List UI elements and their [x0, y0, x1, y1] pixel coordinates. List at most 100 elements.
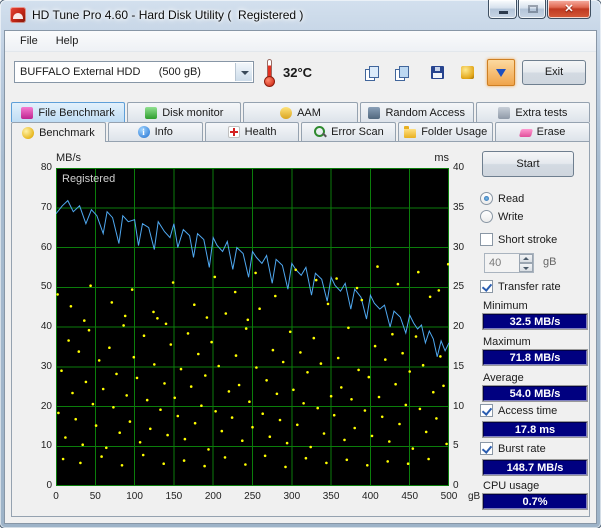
close-button[interactable]: ✕: [547, 0, 591, 19]
access-time-dot: [284, 465, 287, 469]
access-time-dot: [56, 293, 59, 296]
drive-select[interactable]: BUFFALO External HDD (500 gB): [14, 61, 254, 83]
access-time-dot: [162, 462, 165, 466]
x-tick-label: 0: [53, 491, 59, 502]
temperature-value: 32°C: [283, 65, 313, 80]
access-time-dot: [205, 316, 209, 319]
x-tick-label: 450: [401, 491, 419, 502]
access-time-dot: [57, 411, 60, 415]
access-time-dot: [214, 410, 217, 413]
access-time-dot: [446, 262, 450, 266]
access-time-dot: [189, 385, 193, 388]
access-time-dot: [251, 425, 254, 429]
y-left-tick-label: 30: [40, 360, 52, 372]
y-right-tick-label: 20: [453, 321, 465, 332]
access-time-dot: [314, 278, 318, 282]
short-stroke-spinner[interactable]: 40: [484, 253, 534, 273]
update-button[interactable]: [487, 59, 515, 86]
access-time-dot: [156, 317, 159, 320]
copy-screenshot-button[interactable]: [387, 59, 415, 86]
tab-label: Extra tests: [515, 106, 568, 119]
tab-random-access[interactable]: Random Access: [359, 102, 474, 122]
access-time-dot: [118, 431, 121, 435]
tab-extra-tests[interactable]: Extra tests: [475, 102, 591, 122]
tab-aam[interactable]: AAM: [243, 102, 358, 122]
x-tick-label: 350: [322, 491, 340, 502]
checkbox-icon: [480, 280, 493, 293]
access-time-dot: [200, 404, 203, 407]
access-time-dot: [67, 339, 70, 342]
access-time-dot: [84, 380, 88, 384]
access-time-dot: [275, 392, 279, 396]
title-bar[interactable]: HD Tune Pro 4.60 - Hard Disk Utility ( R…: [0, 0, 601, 30]
watermark-text: Registered: [62, 173, 115, 185]
access-time-dot: [164, 322, 168, 326]
access-time-dot: [306, 371, 309, 374]
spinner-down-icon[interactable]: [519, 263, 533, 272]
tab-label: Disk monitor: [162, 106, 224, 119]
copy-info-icon: [364, 65, 379, 81]
access-time-dot: [411, 447, 415, 450]
start-button[interactable]: Start: [482, 151, 574, 177]
tab-file-benchmark[interactable]: File Benchmark: [11, 102, 126, 122]
short-stroke-label: Short stroke: [498, 233, 558, 246]
minimize-button[interactable]: [488, 0, 517, 19]
short-stroke-checkbox[interactable]: Short stroke: [480, 233, 557, 246]
maximize-button[interactable]: [518, 0, 546, 19]
read-radio[interactable]: Read: [480, 192, 524, 205]
access-time-dot: [304, 456, 308, 460]
access-time-dot: [261, 412, 264, 415]
save-screenshot-button[interactable]: [423, 59, 451, 86]
copy-info-button[interactable]: [357, 59, 385, 86]
access-time-dot: [285, 441, 289, 445]
menu-file[interactable]: File: [11, 33, 47, 49]
access-time-dot: [326, 302, 330, 306]
tab-label: File Benchmark: [38, 106, 115, 119]
tab-folder-usage[interactable]: Folder Usage: [398, 122, 494, 141]
tab-health[interactable]: Health: [204, 122, 300, 141]
access-time-dot: [353, 426, 357, 430]
access-time-dot: [233, 290, 237, 294]
tab-label: Health: [244, 126, 277, 138]
access-time-dot: [345, 458, 349, 462]
write-radio-label: Write: [498, 210, 524, 223]
menu-help[interactable]: Help: [47, 33, 88, 49]
access-time-dot: [74, 417, 77, 421]
access-time-dot: [384, 358, 387, 361]
access-time-dot: [414, 335, 418, 338]
access-time-dot: [274, 294, 277, 298]
access-time-dot: [100, 455, 103, 458]
access-time-dot: [404, 403, 408, 407]
tab-benchmark[interactable]: Benchmark: [11, 122, 106, 142]
tab-info[interactable]: i Info: [107, 122, 203, 141]
y-right-tick-label: 30: [453, 241, 465, 253]
write-radio[interactable]: Write: [480, 210, 523, 223]
access-time-dot: [193, 303, 196, 306]
chevron-down-icon[interactable]: [235, 63, 252, 81]
access-time-dot: [418, 407, 422, 411]
minimum-value: 32.5 MB/s: [482, 313, 588, 330]
access-time-checkbox[interactable]: Access time: [480, 404, 557, 417]
spinner-up-icon[interactable]: [519, 254, 533, 263]
exit-button[interactable]: Exit: [522, 60, 586, 85]
access-time-dot: [312, 336, 316, 340]
access-time-dot: [101, 387, 105, 391]
tab-disk-monitor[interactable]: Disk monitor: [127, 102, 242, 122]
access-time-dot: [396, 282, 400, 286]
tab-error-scan[interactable]: Error Scan: [301, 122, 397, 141]
y-right-tick-label: 35: [453, 201, 465, 213]
transfer-rate-checkbox[interactable]: Transfer rate: [480, 280, 561, 293]
magnifier-icon: [314, 126, 326, 138]
access-time-dot: [142, 334, 146, 337]
access-time-dot: [255, 366, 258, 369]
access-time-dot: [244, 463, 247, 466]
options-button[interactable]: [453, 59, 481, 86]
access-time-dot: [421, 363, 425, 367]
access-time-dot: [271, 348, 275, 352]
checkbox-icon: [480, 233, 493, 246]
burst-rate-checkbox[interactable]: Burst rate: [480, 442, 546, 455]
access-time-dot: [347, 326, 350, 330]
cpu-usage-label: CPU usage: [483, 480, 540, 492]
access-time-dot: [91, 402, 95, 406]
tab-erase[interactable]: Erase: [495, 122, 590, 141]
